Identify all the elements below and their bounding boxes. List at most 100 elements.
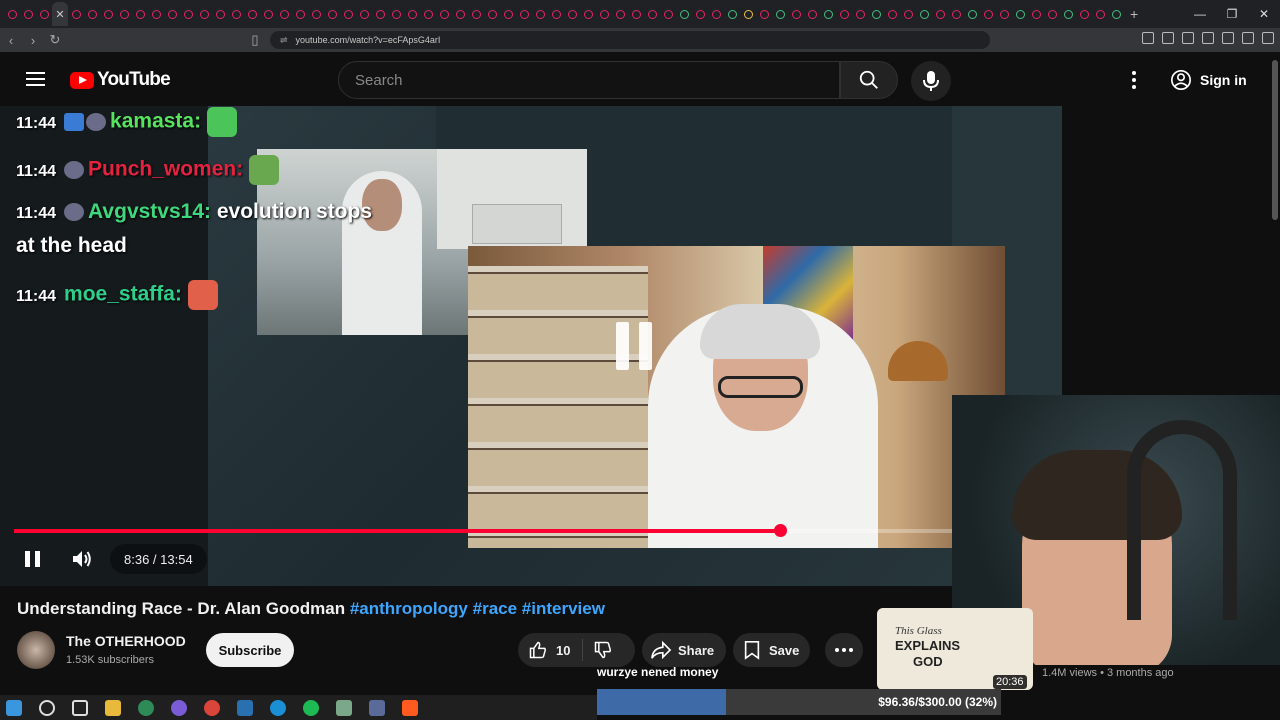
app-icon[interactable] — [171, 699, 187, 716]
browser-tab[interactable] — [612, 2, 628, 26]
hashtag-link[interactable]: #interview — [522, 599, 605, 618]
app-icon[interactable] — [369, 699, 385, 716]
page-scrollbar[interactable] — [1272, 60, 1278, 220]
browser-tab[interactable] — [724, 2, 740, 26]
browser-tab[interactable] — [1044, 2, 1060, 26]
back-icon[interactable]: ‹ — [0, 33, 22, 48]
forward-icon[interactable]: › — [22, 33, 44, 48]
share-button[interactable]: Share — [642, 633, 726, 667]
browser-tab[interactable] — [628, 2, 644, 26]
extension-icon[interactable] — [1162, 32, 1174, 44]
site-info-icon[interactable]: ⇌ — [280, 35, 288, 46]
browser-tab[interactable] — [484, 2, 500, 26]
browser-tab[interactable] — [1076, 2, 1092, 26]
browser-tab[interactable] — [388, 2, 404, 26]
browser-tab[interactable] — [164, 2, 180, 26]
menu-icon[interactable] — [1262, 32, 1274, 44]
extension-icon[interactable] — [1242, 32, 1254, 44]
browser-tab[interactable] — [1012, 2, 1028, 26]
youtube-logo[interactable]: YouTube — [70, 69, 171, 91]
pause-button[interactable] — [25, 551, 41, 569]
save-button[interactable]: Save — [733, 633, 810, 667]
browser-tab[interactable] — [676, 2, 692, 26]
settings-kebab-icon[interactable] — [1124, 68, 1144, 92]
browser-tab[interactable] — [68, 2, 84, 26]
browser-tab[interactable] — [276, 2, 292, 26]
browser-tab[interactable] — [692, 2, 708, 26]
browser-tab[interactable] — [1092, 2, 1108, 26]
restore-icon[interactable]: ❐ — [1216, 0, 1248, 28]
browser-tab[interactable] — [356, 2, 372, 26]
browser-tab[interactable] — [132, 2, 148, 26]
search-icon[interactable] — [39, 699, 55, 716]
hashtag-link[interactable]: #anthropology — [350, 599, 468, 618]
browser-tab-active[interactable]: ✕ — [52, 2, 68, 26]
browser-tab[interactable] — [580, 2, 596, 26]
browser-tab[interactable] — [708, 2, 724, 26]
browser-tab[interactable] — [516, 2, 532, 26]
edge-icon[interactable] — [270, 699, 286, 716]
browser-tab[interactable] — [372, 2, 388, 26]
browser-tab[interactable] — [1028, 2, 1044, 26]
reload-icon[interactable]: ↻ — [44, 32, 66, 48]
browser-tab[interactable] — [916, 2, 932, 26]
browser-tab[interactable] — [84, 2, 100, 26]
sign-in-button[interactable]: Sign in — [1162, 62, 1259, 98]
browser-tab[interactable] — [820, 2, 836, 26]
close-window-icon[interactable]: ✕ — [1248, 0, 1280, 28]
bookmark-icon[interactable]: ▯ — [244, 32, 266, 48]
windows-start-icon[interactable] — [6, 699, 22, 716]
volume-icon[interactable] — [71, 549, 93, 569]
task-view-icon[interactable] — [72, 699, 88, 716]
browser-tab[interactable] — [404, 2, 420, 26]
browser-tab[interactable] — [1108, 2, 1124, 26]
extension-icon[interactable] — [1142, 32, 1154, 44]
browser-tab[interactable] — [420, 2, 436, 26]
browser-tab[interactable] — [4, 2, 20, 26]
browser-tab[interactable] — [292, 2, 308, 26]
browser-tab[interactable] — [740, 2, 756, 26]
browser-tab[interactable] — [324, 2, 340, 26]
browser-tab[interactable] — [900, 2, 916, 26]
brave-icon[interactable] — [402, 699, 418, 716]
browser-tab[interactable] — [308, 2, 324, 26]
browser-tab[interactable] — [948, 2, 964, 26]
extension-icon[interactable] — [1222, 32, 1234, 44]
browser-tab[interactable] — [452, 2, 468, 26]
browser-tab[interactable] — [788, 2, 804, 26]
browser-tab[interactable] — [772, 2, 788, 26]
dislike-button[interactable] — [583, 640, 613, 660]
voice-search-button[interactable] — [911, 61, 951, 101]
browser-tab[interactable] — [228, 2, 244, 26]
browser-tab[interactable] — [836, 2, 852, 26]
browser-tab[interactable] — [244, 2, 260, 26]
chrome-icon[interactable] — [204, 699, 220, 716]
browser-tab[interactable] — [500, 2, 516, 26]
browser-tab[interactable] — [100, 2, 116, 26]
browser-tab[interactable] — [1060, 2, 1076, 26]
browser-tab[interactable] — [756, 2, 772, 26]
spotify-icon[interactable] — [303, 699, 319, 716]
browser-tab[interactable] — [660, 2, 676, 26]
browser-tab[interactable] — [148, 2, 164, 26]
search-button[interactable] — [840, 61, 898, 99]
extension-icon[interactable] — [1202, 32, 1214, 44]
browser-tab[interactable] — [932, 2, 948, 26]
browser-tab[interactable] — [548, 2, 564, 26]
browser-tab[interactable] — [436, 2, 452, 26]
address-bar[interactable]: ⇌ youtube.com/watch?v=ecFApsG4arI — [270, 31, 990, 49]
like-button[interactable]: 10 — [518, 639, 584, 661]
browser-tab[interactable] — [564, 2, 580, 26]
browser-tab[interactable] — [964, 2, 980, 26]
center-pause-icon[interactable] — [616, 322, 656, 370]
browser-tab[interactable] — [884, 2, 900, 26]
new-tab-icon[interactable]: + — [1130, 6, 1138, 22]
app-icon[interactable] — [138, 699, 154, 716]
browser-tab[interactable] — [212, 2, 228, 26]
browser-tab[interactable] — [196, 2, 212, 26]
video-progress-bar[interactable] — [14, 524, 952, 537]
more-actions-icon[interactable] — [825, 633, 863, 667]
browser-tab[interactable] — [644, 2, 660, 26]
search-input[interactable]: Search — [338, 61, 840, 99]
browser-tab[interactable] — [340, 2, 356, 26]
